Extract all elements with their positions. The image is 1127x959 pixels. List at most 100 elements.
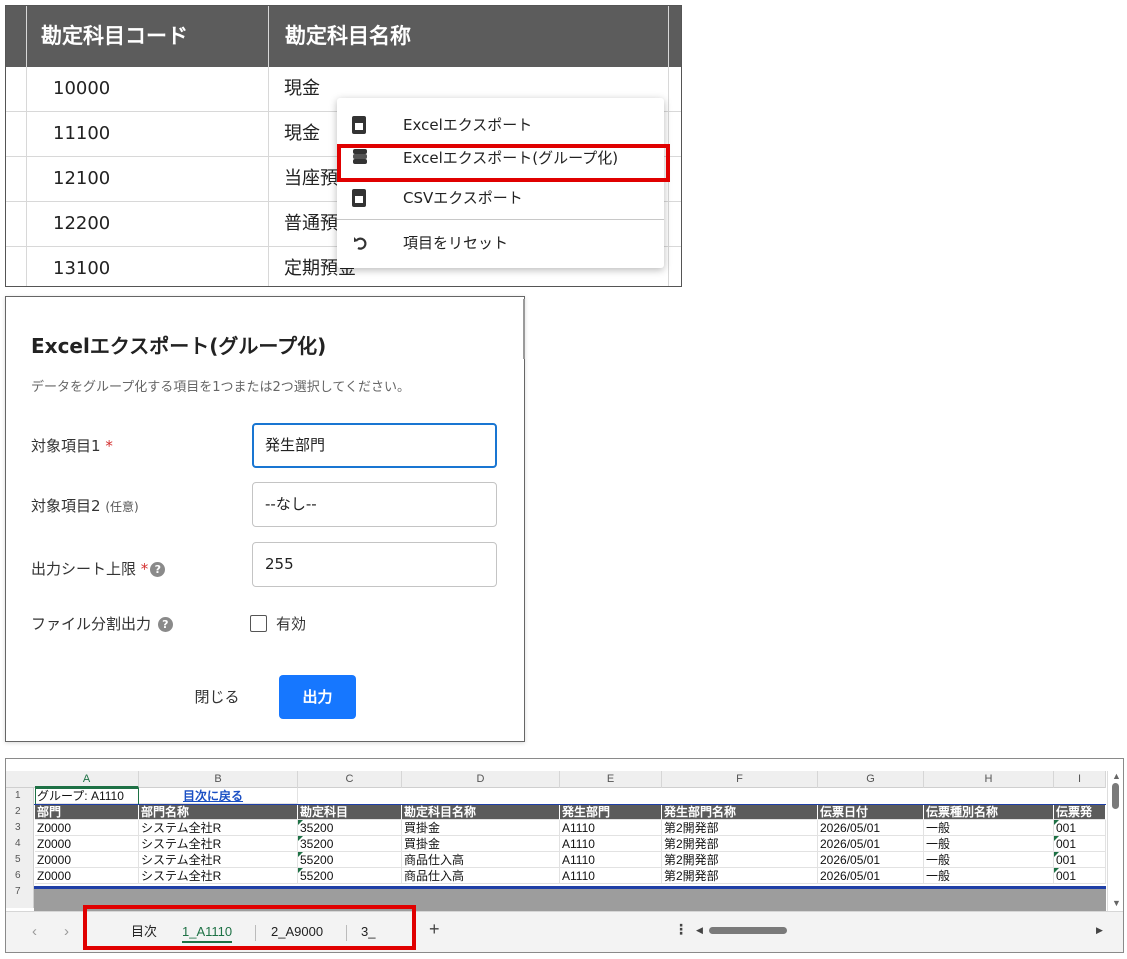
sheet-cell[interactable]: 2026/05/01 [818, 836, 924, 852]
sheet-header-cell[interactable]: 発生部門 [560, 804, 662, 820]
sheet-cell[interactable]: Z0000 [35, 852, 139, 868]
sheet-cell[interactable]: 001 [1054, 868, 1106, 884]
sheet-cell[interactable]: 55200 [298, 852, 402, 868]
row-number-header[interactable]: 3 [6, 820, 34, 836]
sheet-cell[interactable]: システム全社R [139, 868, 298, 884]
column-letter-header[interactable]: I [1054, 771, 1106, 788]
export-group-dialog: Excelエクスポート(グループ化) データをグループ化する項目を1つまたは2つ… [5, 296, 525, 742]
menu-divider [337, 219, 664, 220]
column-letter-header[interactable]: H [924, 771, 1054, 788]
file-split-checkbox[interactable] [250, 615, 267, 632]
sheet-cell[interactable]: 買掛金 [402, 836, 560, 852]
sheet-header-cell[interactable]: 部門 [35, 804, 139, 820]
row-number-header[interactable]: 2 [6, 804, 34, 820]
column-header-account-code[interactable]: 勘定科目コード [41, 6, 188, 67]
vertical-scroll-thumb[interactable] [1112, 783, 1119, 809]
highlight-box-sheet-tabs [83, 905, 416, 950]
sheet-limit-input[interactable]: 255 [252, 542, 497, 587]
menu-item-label: CSVエクスポート [403, 189, 523, 207]
sheet-header-cell[interactable]: 伝票日付 [818, 804, 924, 820]
add-sheet-icon[interactable]: + [429, 919, 440, 940]
file-split-checkbox-label[interactable]: 有効 [276, 613, 306, 634]
sheet-cell[interactable]: システム全社R [139, 820, 298, 836]
column-letter-header[interactable]: G [818, 771, 924, 788]
field-label-target1: 対象項目1 * [31, 437, 113, 455]
highlight-box-menu-item [337, 144, 670, 182]
menu-item-label: 項目をリセット [403, 234, 509, 252]
target2-select[interactable]: --なし-- [252, 482, 497, 527]
sheet-cell[interactable]: 2026/05/01 [818, 868, 924, 884]
sheet-cell[interactable]: システム全社R [139, 836, 298, 852]
scroll-down-icon[interactable]: ▼ [1112, 898, 1121, 908]
sheet-cell[interactable]: システム全社R [139, 852, 298, 868]
sheet-cell[interactable]: A1110 [560, 868, 662, 884]
sheet-cell[interactable]: Z0000 [35, 836, 139, 852]
row1-border [34, 804, 1106, 805]
sheet-cell[interactable]: 35200 [298, 820, 402, 836]
column-letter-header[interactable]: A [35, 771, 139, 788]
sheet-cell[interactable]: A1110 [560, 836, 662, 852]
sheet-cell[interactable]: 55200 [298, 868, 402, 884]
column-header-account-name[interactable]: 勘定科目名称 [285, 6, 411, 67]
row-number-header[interactable]: 7 [6, 884, 34, 900]
sheet-cell[interactable]: A1110 [560, 852, 662, 868]
sheet-cell[interactable]: 商品仕入高 [402, 868, 560, 884]
sheet-cell[interactable]: 一般 [924, 852, 1054, 868]
row-number-header[interactable]: 6 [6, 868, 34, 884]
sheet-cell[interactable]: A1110 [560, 820, 662, 836]
selected-cell-outline [35, 788, 139, 805]
horizontal-scroll-thumb[interactable] [709, 927, 787, 934]
help-icon[interactable]: ? [150, 562, 166, 577]
sheet-header-cell[interactable]: 発生部門名称 [662, 804, 818, 820]
back-to-index-link[interactable]: 目次に戻る [183, 789, 243, 803]
close-button[interactable]: 閉じる [182, 675, 252, 719]
output-button[interactable]: 出力 [279, 675, 356, 719]
required-mark: * [105, 437, 113, 455]
menu-item-reset-columns[interactable]: 項目をリセット [337, 225, 664, 261]
sheet-cell[interactable]: 一般 [924, 836, 1054, 852]
sheet-cell[interactable]: 一般 [924, 820, 1054, 836]
back-to-index-cell[interactable]: 目次に戻る [139, 788, 298, 804]
sheet-cell[interactable]: 35200 [298, 836, 402, 852]
row-number-header[interactable]: 5 [6, 852, 34, 868]
sheet-cell[interactable]: 一般 [924, 868, 1054, 884]
sheet-cell[interactable]: Z0000 [35, 868, 139, 884]
sheet-cell[interactable]: 第2開発部 [662, 852, 818, 868]
next-sheet-icon[interactable]: › [64, 923, 69, 940]
column-letter-header[interactable]: B [139, 771, 298, 788]
dialog-scroll-edge [523, 299, 525, 359]
row-number-header[interactable]: 4 [6, 836, 34, 852]
menu-item-csv-export[interactable]: CSVエクスポート [337, 180, 664, 216]
sheet-header-cell[interactable]: 勘定科目 [298, 804, 402, 820]
sheet-cell[interactable]: 第2開発部 [662, 868, 818, 884]
menu-item-excel-export[interactable]: Excelエクスポート [337, 107, 664, 143]
sheet-header-cell[interactable]: 勘定科目名称 [402, 804, 560, 820]
column-letter-header[interactable]: F [662, 771, 818, 788]
prev-sheet-icon[interactable]: ‹ [32, 923, 37, 940]
sheet-cell[interactable]: 買掛金 [402, 820, 560, 836]
column-letter-header[interactable]: C [298, 771, 402, 788]
help-icon[interactable]: ? [157, 617, 173, 632]
scroll-left-icon[interactable]: ◀ [696, 925, 703, 936]
sheet-cell[interactable]: 2026/05/01 [818, 820, 924, 836]
vertical-scrollbar[interactable]: ▲ ▼ [1107, 771, 1123, 911]
sheet-header-cell[interactable]: 伝票発 [1054, 804, 1106, 820]
sheet-cell[interactable]: 第2開発部 [662, 820, 818, 836]
sheet-cell[interactable]: 001 [1054, 852, 1106, 868]
sheet-cell[interactable]: 商品仕入高 [402, 852, 560, 868]
target1-select[interactable]: 発生部門 [252, 423, 497, 468]
sheet-cell[interactable]: 2026/05/01 [818, 852, 924, 868]
scroll-up-icon[interactable]: ▲ [1112, 771, 1121, 781]
column-letter-header[interactable]: E [560, 771, 662, 788]
account-name-cell: 現金 [284, 78, 320, 99]
sheet-cell[interactable]: 001 [1054, 820, 1106, 836]
sheet-header-cell[interactable]: 伝票種別名称 [924, 804, 1054, 820]
sheet-cell[interactable]: 001 [1054, 836, 1106, 852]
column-letter-header[interactable]: D [402, 771, 560, 788]
sheet-header-cell[interactable]: 部門名称 [139, 804, 298, 820]
sheet-cell[interactable]: Z0000 [35, 820, 139, 836]
row-number-header[interactable]: 1 [6, 788, 34, 804]
sheet-cell[interactable]: 第2開発部 [662, 836, 818, 852]
sheet-options-icon[interactable]: ⋮ [674, 921, 688, 938]
scroll-right-icon[interactable]: ▶ [1096, 925, 1103, 936]
